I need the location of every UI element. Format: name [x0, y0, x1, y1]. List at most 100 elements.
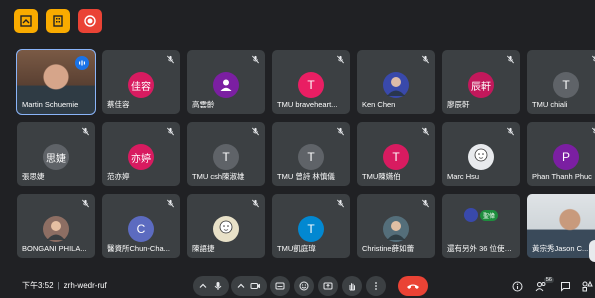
- participant-tile[interactable]: T TMU chiali: [527, 50, 595, 114]
- mic-off-icon: [337, 127, 344, 136]
- participant-name: 黃宗秀Jason C...: [532, 244, 589, 253]
- chat-button[interactable]: [558, 279, 572, 293]
- participant-name: 醫資所Chun-Cha...: [107, 244, 170, 253]
- leave-call-button[interactable]: [398, 276, 428, 296]
- top-toolbar: [14, 9, 102, 33]
- profile-photo: [387, 77, 405, 96]
- participant-tile[interactable]: 亦婷范亦婷: [102, 122, 180, 186]
- participant-name: 陳語捷: [192, 244, 215, 253]
- mic-off-icon: [337, 55, 344, 64]
- person-icon: [220, 79, 232, 91]
- record-button[interactable]: [78, 9, 102, 33]
- mic-off-icon: [422, 199, 429, 208]
- participant-tile[interactable]: T TMU csh陳淑雄: [187, 122, 265, 186]
- participant-tile[interactable]: P Phan Thanh Phuc: [527, 122, 595, 186]
- reactions-button[interactable]: [294, 276, 314, 296]
- other-participants-avatars: 聖偉: [463, 208, 499, 222]
- participant-grid: Martin Schuemie 佳容 蔡佳容 高雲齡 T TMU braveheart..…: [16, 49, 595, 262]
- participant-tile[interactable]: T TMU 曾詩 林慎儀: [272, 122, 350, 186]
- participant-tile[interactable]: C 醫資所Chun-Cha...: [102, 194, 180, 258]
- present-button[interactable]: [318, 276, 338, 296]
- avatar: [463, 208, 478, 222]
- side-panel-handle[interactable]: [589, 240, 595, 262]
- avatar: 佳容: [128, 72, 154, 98]
- participant-tile[interactable]: T TMU braveheart...: [272, 50, 350, 114]
- participant-tile[interactable]: 黃宗秀Jason C...: [527, 194, 595, 258]
- profile-photo: [387, 221, 405, 240]
- chat-icon: [560, 281, 570, 292]
- participant-name: 蔡佳容: [107, 100, 130, 109]
- participant-name: Martin Schuemie: [22, 100, 79, 109]
- participant-name: TMU陳嬿伯: [362, 172, 401, 181]
- mic-off-icon: [507, 127, 514, 136]
- bottom-bar: 下午3:52 | zrh-wedr-ruf 56: [0, 272, 595, 298]
- participant-tile[interactable]: T TMU凱庭瑋: [272, 194, 350, 258]
- avatar-chip: 聖偉: [479, 209, 499, 221]
- mic-off-icon: [507, 55, 514, 64]
- participant-tile[interactable]: T TMU陳嬿伯: [357, 122, 435, 186]
- hang-up-icon: [407, 284, 419, 289]
- camera-icon: [250, 283, 261, 289]
- participant-tile[interactable]: Christine薛如蕾: [357, 194, 435, 258]
- mic-off-icon: [167, 55, 174, 64]
- notes-button[interactable]: [14, 9, 38, 33]
- avatar: [43, 216, 69, 242]
- participant-tile[interactable]: 高雲齡: [187, 50, 265, 114]
- mic-off-icon: [422, 55, 429, 64]
- avatar: C: [128, 216, 154, 242]
- mic-control[interactable]: [193, 276, 229, 296]
- avatar: T: [383, 144, 409, 170]
- participant-name: 張思婕: [22, 172, 45, 181]
- participant-name: TMU braveheart...: [277, 100, 338, 109]
- people-button[interactable]: 56: [534, 277, 554, 293]
- participant-name: BONGANI PHILA...: [22, 244, 87, 253]
- participant-name: TMU csh陳淑雄: [192, 172, 245, 181]
- chevron-up-icon: [199, 283, 207, 288]
- speaking-indicator: [75, 56, 89, 70]
- participant-name: 范亦婷: [107, 172, 130, 181]
- avatar: 亦婷: [128, 144, 154, 170]
- mic-off-icon: [167, 127, 174, 136]
- participant-name: TMU chiali: [532, 100, 568, 109]
- meeting-code: zrh-wedr-ruf: [63, 281, 107, 290]
- participant-tile[interactable]: 思婕張思婕: [17, 122, 95, 186]
- mic-icon: [214, 282, 222, 290]
- mic-off-icon: [252, 55, 259, 64]
- participant-tile[interactable]: 佳容蔡佳容: [102, 50, 180, 114]
- camera-control[interactable]: [231, 276, 267, 296]
- raise-hand-button[interactable]: [342, 276, 362, 296]
- more-options-button[interactable]: [366, 276, 386, 296]
- clock-time: 下午3:52: [22, 281, 54, 290]
- participant-name: Phan Thanh Phuc: [532, 172, 592, 181]
- participant-tile[interactable]: BONGANI PHILA...: [17, 194, 95, 258]
- mic-off-icon: [82, 199, 89, 208]
- meeting-details-button[interactable]: [510, 279, 524, 293]
- participant-tile[interactable]: Marc Hsu: [442, 122, 520, 186]
- participant-tile[interactable]: 聖偉 還有另外 36 位使用者: [442, 194, 520, 258]
- participant-tile[interactable]: Martin Schuemie: [16, 49, 96, 115]
- captions-button[interactable]: [270, 276, 290, 296]
- avatar: [213, 216, 239, 242]
- participant-tile[interactable]: 陳語捷: [187, 194, 265, 258]
- participant-tile[interactable]: Ken Chen: [357, 50, 435, 114]
- profile-drawing: [474, 148, 488, 162]
- avatar: T: [298, 72, 324, 98]
- avatar: T: [298, 144, 324, 170]
- activities-button[interactable]: [46, 9, 70, 33]
- participant-name: TMU 曾詩 林慎儀: [277, 172, 335, 181]
- mic-off-icon: [252, 127, 259, 136]
- shapes-icon: [582, 280, 593, 291]
- mic-off-icon: [337, 199, 344, 208]
- captions-icon: [275, 282, 285, 290]
- hand-icon: [349, 283, 355, 291]
- building-icon: [53, 15, 63, 27]
- activities-panel-button[interactable]: [580, 279, 594, 293]
- avatar: [383, 216, 409, 242]
- mic-off-icon: [592, 127, 595, 134]
- avatar: T: [213, 144, 239, 170]
- participant-tile[interactable]: 辰軒 廖辰軒: [442, 50, 520, 114]
- participant-name: TMU凱庭瑋: [277, 244, 316, 253]
- avatar: 思婕: [43, 144, 69, 170]
- mic-off-icon: [592, 55, 595, 62]
- notes-icon: [20, 15, 32, 27]
